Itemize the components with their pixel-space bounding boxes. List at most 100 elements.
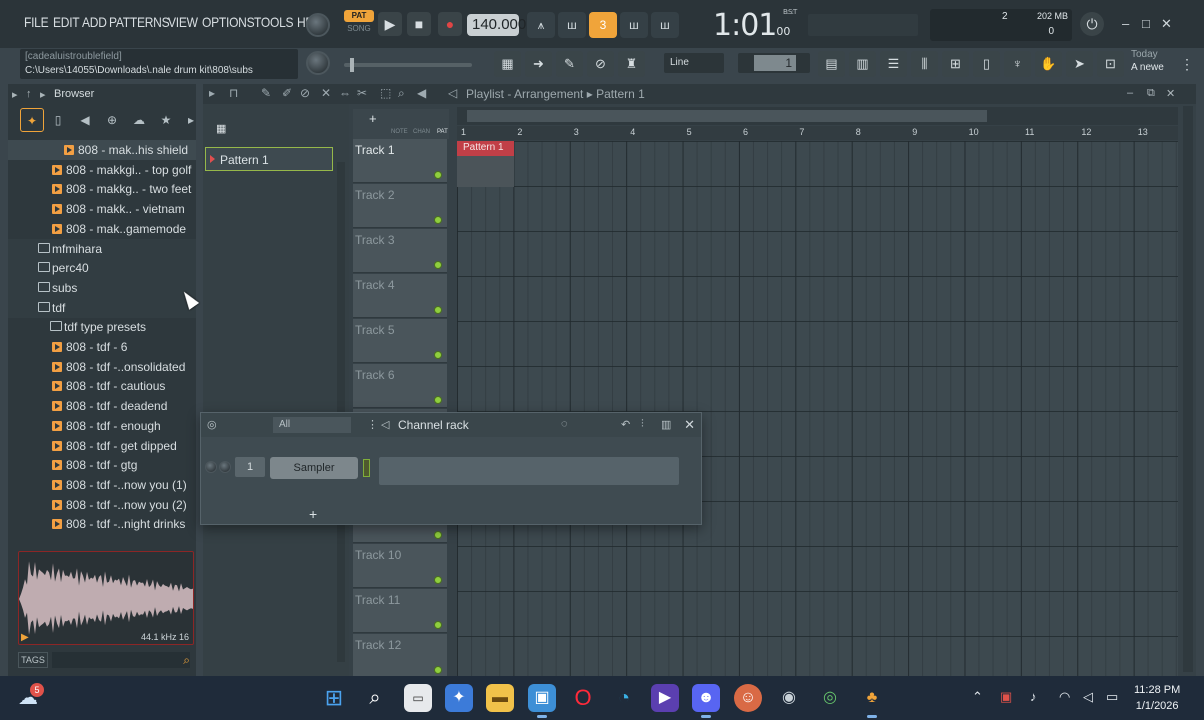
all-tab-icon[interactable]: ✦ — [20, 108, 44, 132]
undo-icon[interactable]: ↶ — [621, 418, 630, 431]
playback-tool-icon[interactable]: ◀ — [417, 86, 426, 100]
overview-window[interactable] — [467, 110, 987, 122]
slip-tool-icon[interactable]: ⇔ — [339, 86, 351, 100]
task-view-icon[interactable]: ▭ — [404, 684, 432, 712]
track-header[interactable]: Track 12 — [353, 634, 447, 678]
project-tab-icon[interactable]: ▯ — [46, 108, 70, 132]
tempo-display[interactable]: 140.000 — [467, 14, 526, 36]
collapse-icon[interactable]: ▸ — [12, 88, 18, 101]
track-mute-led[interactable] — [434, 531, 442, 539]
slice-tool-icon[interactable]: ✂ — [357, 86, 367, 100]
browser-folder[interactable]: tdf — [8, 297, 196, 318]
step-sequencer[interactable] — [379, 457, 679, 485]
sort-tab-icon[interactable]: ▸ — [179, 108, 203, 132]
timeline-ruler[interactable]: 1 2 3 4 5 6 7 8 9 10 11 12 13 — [457, 126, 1178, 140]
camera-icon[interactable]: ◉ — [775, 684, 803, 712]
metronome-button[interactable]: ⩚ — [527, 12, 555, 38]
fl-studio-icon[interactable]: ♣ — [858, 684, 886, 718]
pattern-clip[interactable]: Pattern 1 — [457, 141, 514, 187]
slider-handle[interactable] — [350, 58, 354, 72]
edge-icon[interactable]: ◔ — [610, 684, 638, 712]
tutorial-button[interactable]: ➤ — [1066, 51, 1093, 77]
battery-icon[interactable]: ▭ — [1106, 689, 1118, 705]
mixer-view-button[interactable]: ⫼ — [911, 51, 938, 77]
browser-file[interactable]: 808 - mak..his shield — [8, 140, 196, 160]
browser-file[interactable]: 808 - mak..gamemode — [8, 219, 196, 239]
power-button[interactable]: ⏻ — [1080, 12, 1104, 36]
magnet-icon[interactable]: ⊓ — [229, 86, 238, 100]
rack-speaker-icon[interactable]: ◁ — [381, 418, 389, 431]
mute-tool-icon[interactable]: ✕ — [321, 86, 331, 100]
menu-arrow-icon[interactable]: ▸ — [209, 86, 215, 100]
tray-expand-icon[interactable]: ⌃ — [972, 689, 983, 705]
arrangement-grid[interactable] — [457, 141, 1178, 676]
tags-label[interactable]: TAGS — [18, 652, 48, 668]
shop-button[interactable]: ⊡ — [1097, 51, 1124, 77]
browser-folder[interactable]: subs — [8, 277, 196, 298]
menu-add[interactable]: ADD — [82, 14, 107, 30]
track-mute-led[interactable] — [434, 396, 442, 404]
taskbar-clock[interactable]: 11:28 PM 1/1/2026 — [1134, 682, 1180, 714]
snap-selector[interactable]: Line — [664, 53, 724, 73]
browser-file[interactable]: 808 - tdf -..now you (1) — [8, 475, 196, 495]
cloud-tab-icon[interactable]: ☁ — [127, 108, 151, 132]
channel-name-button[interactable]: Sampler — [270, 457, 358, 479]
graph-icon[interactable]: ⫶ — [641, 418, 644, 431]
track-mute-led[interactable] — [434, 351, 442, 359]
track-mute-led[interactable] — [434, 261, 442, 269]
track-header[interactable]: Track 11 — [353, 589, 447, 633]
pattern-list-item[interactable]: Pattern 1 — [205, 147, 333, 171]
more-icon[interactable]: ⋮ — [1180, 56, 1194, 73]
menu-tools[interactable]: TOOLS — [254, 14, 294, 30]
playlist-scrollbar[interactable] — [1183, 106, 1193, 672]
track-header[interactable]: Track 1 — [353, 139, 447, 183]
pat-song-toggle[interactable]: PAT SONG — [344, 10, 374, 37]
playlist-minimize-icon[interactable]: – — [1127, 87, 1133, 99]
photos-icon[interactable]: ▣ — [528, 684, 556, 718]
channel-rack-view-button[interactable]: ☰ — [880, 51, 907, 77]
browser-file[interactable]: 808 - tdf - enough — [8, 416, 196, 436]
opera-icon[interactable]: O — [569, 684, 597, 712]
copilot-icon[interactable]: ✦ — [445, 684, 473, 712]
app-avatar-icon[interactable]: ☺ — [734, 684, 762, 712]
pin-icon[interactable]: ↑ — [26, 88, 32, 100]
menu-options[interactable]: OPTIONS — [202, 14, 255, 30]
file-explorer-icon[interactable]: ▬ — [486, 684, 514, 712]
master-volume-knob[interactable] — [306, 13, 330, 37]
chrome-icon[interactable]: ◎ — [816, 684, 844, 712]
rack-menu-icon[interactable]: ◎ — [207, 418, 217, 431]
star-tab-icon[interactable]: ★ — [154, 108, 178, 132]
search-icon[interactable]: ⌕ — [361, 684, 389, 712]
playlist-close-icon[interactable]: ✕ — [1166, 87, 1175, 100]
track-header[interactable]: Track 2 — [353, 184, 447, 228]
step-edit-button[interactable]: ш — [620, 12, 648, 38]
browser-folder[interactable]: mfmihara — [8, 238, 196, 259]
menu-patterns[interactable]: PATTERNS — [109, 14, 170, 30]
browser-folder[interactable]: perc40 — [8, 258, 196, 279]
swing-knob-icon[interactable]: ◌ — [561, 418, 568, 430]
wifi-icon[interactable]: ◠ — [1059, 689, 1070, 705]
news-panel[interactable]: Today A newe — [1131, 48, 1164, 74]
close-icon[interactable]: ✕ — [1161, 16, 1172, 32]
maximize-icon[interactable]: □ — [1142, 16, 1150, 31]
add-channel-button[interactable]: + — [309, 506, 317, 522]
browser-view-button[interactable]: ▯ — [973, 51, 1000, 77]
track-header[interactable]: Track 3 — [353, 229, 447, 273]
mixer-track-number[interactable]: 1 — [235, 457, 265, 477]
browser-file[interactable]: 808 - tdf - deadend — [8, 396, 196, 416]
browser-file[interactable]: 808 - makkg.. - two feet — [8, 179, 196, 199]
track-header[interactable]: Track 6 — [353, 364, 447, 408]
step-view-icon[interactable]: ▥ — [661, 418, 671, 431]
channel-filter[interactable]: All — [273, 417, 351, 433]
browser-file[interactable]: 808 - tdf -..onsolidated — [8, 357, 196, 377]
project-browser-button[interactable]: ⊞ — [942, 51, 969, 77]
menu-file[interactable]: FILE — [24, 14, 49, 30]
link-button[interactable]: ⊘ — [587, 51, 614, 77]
grip-icon[interactable]: ⋮ — [367, 418, 378, 431]
minimize-icon[interactable]: – — [1122, 16, 1129, 31]
play-button[interactable]: ▶ — [378, 12, 402, 36]
pattern-selector[interactable]: 1 — [738, 53, 810, 73]
browser-file[interactable]: 808 - tdf -..now you (2) — [8, 495, 196, 515]
countdown-button[interactable]: 3 — [589, 12, 617, 38]
piano-roll-button[interactable]: ▦ — [494, 51, 521, 77]
